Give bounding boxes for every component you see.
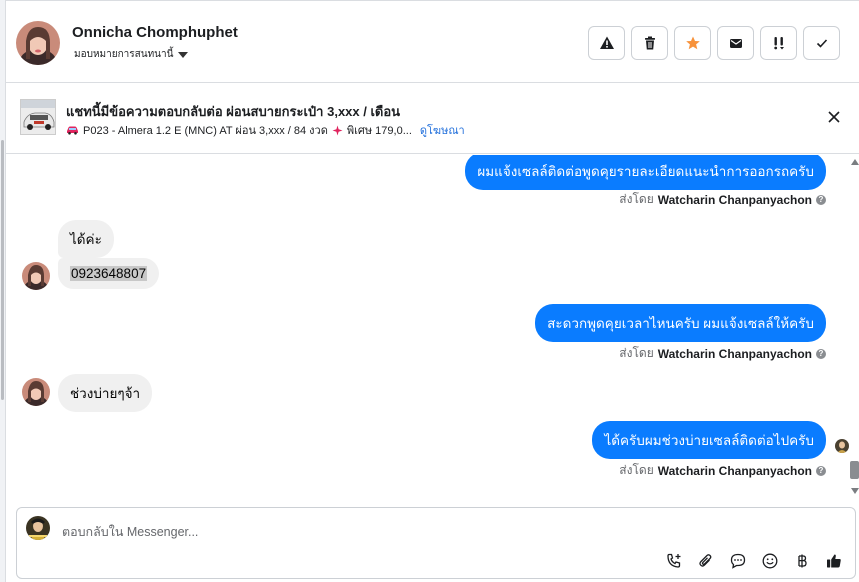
payment-button[interactable] [793, 552, 811, 570]
mark-done-button[interactable] [803, 26, 840, 60]
scroll-down-icon[interactable] [851, 488, 859, 494]
ad-subtitle-text: P023 - Almera 1.2 E (MNC) AT ผ่อน 3,xxx … [83, 125, 328, 137]
message-outgoing[interactable]: สะดวกพูดคุยเวลาไหนครับ ผมแจ้งเซลล์ให้ครั… [535, 304, 826, 342]
message-outgoing[interactable]: ผมแจ้งเซลล์ติดต่อพูดคุยรายละเอียดแนะนำกา… [465, 155, 826, 190]
assign-label: มอบหมายการสนทนานี้ [74, 49, 174, 60]
mark-unread-button[interactable] [717, 26, 754, 60]
messenger-inbox-window: Onnicha Chomphuphet มอบหมายการสนทนานี้ แ… [0, 0, 859, 582]
thumbs-up-icon [827, 554, 841, 568]
paperclip-icon [699, 554, 712, 567]
sent-by-prefix: ส่งโดย [619, 192, 654, 206]
message-incoming-phone[interactable]: 0923648807 [58, 258, 160, 289]
attach-button[interactable] [697, 552, 715, 570]
message-outgoing[interactable]: ได้ครับผมช่วงบ่ายเซลล์ติดต่อไปครับ [592, 421, 826, 459]
conversation-header: Onnicha Chomphuphet มอบหมายการสนทนานี้ [6, 0, 859, 83]
reply-composer[interactable]: ตอบกลับใน Messenger... [16, 507, 856, 579]
reply-input[interactable]: ตอบกลับใน Messenger... [62, 522, 198, 542]
mark-spam-button[interactable] [588, 26, 625, 60]
chat-bubble-icon [730, 553, 746, 569]
left-scrollbar-thumb[interactable] [1, 140, 4, 400]
delete-button[interactable] [631, 26, 668, 60]
sent-by-name: Watcharin Chanpanyachon [657, 463, 812, 478]
follow-up-button[interactable] [760, 26, 797, 60]
ad-thumbnail[interactable] [20, 99, 56, 135]
star-icon [685, 36, 700, 50]
seen-receipt-avatar [835, 439, 849, 453]
chevron-down-icon [178, 51, 189, 58]
help-icon[interactable]: ? [816, 465, 826, 476]
trash-icon [644, 36, 655, 50]
car-icon [67, 126, 78, 135]
contact-avatar[interactable] [16, 21, 60, 65]
help-icon[interactable]: ? [816, 348, 826, 359]
sent-by-prefix: ส่งโดย [619, 463, 654, 477]
sent-by-name: Watcharin Chanpanyachon [657, 346, 812, 361]
call-add-button[interactable] [665, 552, 683, 570]
ad-title: แชทนี้มีข้อความตอบกลับต่อ ผ่อนสบายกระเป๋… [66, 104, 401, 119]
contact-avatar-small [22, 262, 50, 290]
conversation-actions [588, 26, 840, 60]
sparkle-icon [332, 125, 343, 135]
view-ad-link[interactable]: ดูโฆษณา [420, 121, 465, 139]
message-thread[interactable]: ผมแจ้งเซลล์ติดต่อพูดคุยรายละเอียดแนะนำกา… [6, 155, 850, 500]
contact-avatar-small [22, 378, 50, 406]
warning-icon [599, 36, 614, 49]
composer-toolbar [665, 552, 843, 570]
ad-subtitle-tail: พิเศษ 179,0... [346, 125, 412, 137]
emoji-button[interactable] [761, 552, 779, 570]
smiley-icon [762, 553, 778, 569]
message-incoming[interactable]: ช่วงบ่ายๆจ้า [58, 374, 153, 412]
thread-scrollbar[interactable] [850, 155, 859, 500]
assign-conversation-dropdown[interactable]: มอบหมายการสนทนานี้ [74, 47, 189, 62]
sent-by-label: ส่งโดย Watcharin Chanpanyachon ? [619, 461, 826, 480]
phone-plus-icon [667, 553, 681, 568]
star-button[interactable] [674, 26, 711, 60]
help-icon[interactable]: ? [816, 194, 826, 205]
close-icon[interactable] [827, 110, 841, 124]
saved-replies-button[interactable] [729, 552, 747, 570]
page-avatar [26, 516, 50, 540]
message-incoming[interactable]: ได้ค่ะ [58, 220, 114, 258]
like-button[interactable] [825, 552, 843, 570]
envelope-icon [729, 39, 742, 48]
contact-name: Onnicha Chomphuphet [72, 24, 238, 41]
exclamation-icon [773, 37, 784, 50]
phone-number-text[interactable]: 0923648807 [70, 266, 148, 281]
sent-by-label: ส่งโดย Watcharin Chanpanyachon ? [619, 190, 826, 209]
baht-icon [798, 554, 807, 568]
ad-context-banner: แชทนี้มีข้อความตอบกลับต่อ ผ่อนสบายกระเป๋… [6, 84, 859, 154]
scrollbar-thumb[interactable] [850, 461, 859, 479]
sent-by-prefix: ส่งโดย [619, 346, 654, 360]
ad-subtitle: P023 - Almera 1.2 E (MNC) AT ผ่อน 3,xxx … [66, 121, 465, 139]
check-icon [816, 39, 827, 48]
sent-by-name: Watcharin Chanpanyachon [657, 192, 812, 207]
scroll-up-icon[interactable] [851, 159, 859, 165]
sent-by-label: ส่งโดย Watcharin Chanpanyachon ? [619, 344, 826, 363]
